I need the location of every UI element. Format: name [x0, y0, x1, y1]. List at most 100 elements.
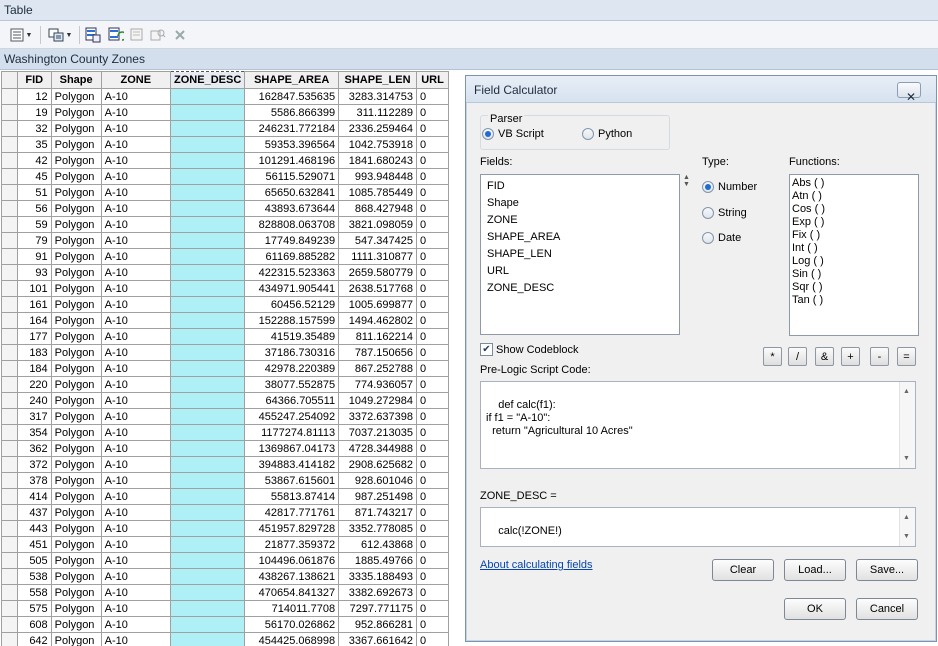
cell-fid[interactable]: 79	[16, 232, 52, 249]
table-row[interactable]: 79 Polygon A-10 17749.849239 547.347425 0	[1, 232, 449, 249]
operator-divide-button[interactable]: /	[788, 347, 807, 366]
table-row[interactable]: 164 Polygon A-10 152288.157599 1494.462802 0	[1, 312, 449, 329]
cell-zone[interactable]: A-10	[100, 552, 172, 569]
cell-shape[interactable]: Polygon	[50, 312, 102, 329]
cell-shape-area[interactable]: 37186.730316	[244, 344, 340, 361]
prelogic-code-textarea[interactable]: def calc(f1): if f1 = "A-10": return "Ag…	[480, 381, 916, 469]
cell-shape-len[interactable]: 2908.625682	[338, 456, 417, 473]
cell-url[interactable]: 0	[416, 248, 449, 265]
cell-url[interactable]: 0	[416, 216, 449, 233]
expression-scrollbar[interactable]: ▲ ▼	[899, 508, 915, 546]
operator-ampersand-button[interactable]: &	[815, 347, 834, 366]
cell-zone-desc[interactable]	[170, 328, 246, 345]
table-row[interactable]: 437 Polygon A-10 42817.771761 871.743217 0	[1, 504, 449, 521]
row-selector[interactable]	[1, 456, 18, 473]
cell-zone-desc[interactable]	[170, 232, 246, 249]
column-header-zone[interactable]: ZONE	[100, 71, 172, 89]
cell-fid[interactable]: 177	[16, 328, 52, 345]
cell-shape[interactable]: Polygon	[50, 456, 102, 473]
cell-shape[interactable]: Polygon	[50, 344, 102, 361]
field-item[interactable]: ZONE	[487, 212, 679, 229]
cell-zone-desc[interactable]	[170, 408, 246, 425]
cell-shape-area[interactable]: 714011.7708	[244, 600, 340, 617]
cell-zone[interactable]: A-10	[100, 168, 172, 185]
cell-fid[interactable]: 558	[16, 584, 52, 601]
cell-shape-area[interactable]: 394883.414182	[244, 456, 340, 473]
cell-zone[interactable]: A-10	[100, 328, 172, 345]
cell-shape-area[interactable]: 455247.254092	[244, 408, 340, 425]
cell-shape-len[interactable]: 952.866281	[338, 616, 417, 633]
cell-zone[interactable]: A-10	[100, 440, 172, 457]
cell-shape-len[interactable]: 3335.188493	[338, 568, 417, 585]
cell-zone-desc[interactable]	[170, 104, 246, 121]
row-selector[interactable]	[1, 120, 18, 137]
cell-shape-len[interactable]: 987.251498	[338, 488, 417, 505]
delete-selected-button[interactable]	[170, 25, 190, 45]
cell-fid[interactable]: 505	[16, 552, 52, 569]
cell-shape-len[interactable]: 1841.680243	[338, 152, 417, 169]
cell-url[interactable]: 0	[416, 504, 449, 521]
cell-shape-area[interactable]: 246231.772184	[244, 120, 340, 137]
row-selector[interactable]	[1, 216, 18, 233]
row-selector[interactable]	[1, 104, 18, 121]
cell-fid[interactable]: 575	[16, 600, 52, 617]
table-row[interactable]: 42 Polygon A-10 101291.468196 1841.680243 0	[1, 152, 449, 169]
cell-zone-desc[interactable]	[170, 344, 246, 361]
expression-textarea[interactable]: calc(!ZONE!) ▲ ▼	[480, 507, 916, 547]
cell-shape-area[interactable]: 451957.829728	[244, 520, 340, 537]
cell-zone[interactable]: A-10	[100, 616, 172, 633]
cell-shape-len[interactable]: 3283.314753	[338, 88, 417, 105]
scroll-down-icon[interactable]: ▼	[903, 530, 910, 543]
table-row[interactable]: 354 Polygon A-10 1177274.81113 7037.213035 0	[1, 424, 449, 441]
cell-shape[interactable]: Polygon	[50, 600, 102, 617]
operator-minus-button[interactable]: -	[870, 347, 889, 366]
cell-zone-desc[interactable]	[170, 360, 246, 377]
cell-fid[interactable]: 56	[16, 200, 52, 217]
cell-zone-desc[interactable]	[170, 312, 246, 329]
cell-shape-len[interactable]: 811.162214	[338, 328, 417, 345]
cell-shape-area[interactable]: 59353.396564	[244, 136, 340, 153]
table-row[interactable]: 35 Polygon A-10 59353.396564 1042.753918 0	[1, 136, 449, 153]
table-row[interactable]: 32 Polygon A-10 246231.772184 2336.259464 0	[1, 120, 449, 137]
cell-shape-area[interactable]: 53867.615601	[244, 472, 340, 489]
row-selector[interactable]	[1, 248, 18, 265]
cell-fid[interactable]: 161	[16, 296, 52, 313]
cell-zone[interactable]: A-10	[100, 408, 172, 425]
cell-shape-len[interactable]: 871.743217	[338, 504, 417, 521]
cell-url[interactable]: 0	[416, 488, 449, 505]
row-selector[interactable]	[1, 360, 18, 377]
cell-fid[interactable]: 240	[16, 392, 52, 409]
cell-fid[interactable]: 45	[16, 168, 52, 185]
cell-url[interactable]: 0	[416, 200, 449, 217]
row-selector[interactable]	[1, 472, 18, 489]
cell-zone[interactable]: A-10	[100, 568, 172, 585]
cell-zone[interactable]: A-10	[100, 632, 172, 646]
cell-shape[interactable]: Polygon	[50, 472, 102, 489]
cell-shape-area[interactable]: 55813.87414	[244, 488, 340, 505]
table-row[interactable]: 19 Polygon A-10 5586.866399 311.112289 0	[1, 104, 449, 121]
cell-shape-area[interactable]: 162847.535635	[244, 88, 340, 105]
cell-shape-len[interactable]: 1005.699877	[338, 296, 417, 313]
cell-url[interactable]: 0	[416, 360, 449, 377]
cell-shape[interactable]: Polygon	[50, 392, 102, 409]
table-options-button[interactable]: ▼	[5, 25, 37, 45]
row-selector[interactable]	[1, 152, 18, 169]
cell-shape-len[interactable]: 1111.310877	[338, 248, 417, 265]
cell-shape-area[interactable]: 56115.529071	[244, 168, 340, 185]
cell-zone-desc[interactable]	[170, 504, 246, 521]
select-by-attributes-button[interactable]	[83, 25, 103, 45]
cell-fid[interactable]: 32	[16, 120, 52, 137]
cell-url[interactable]: 0	[416, 104, 449, 121]
cell-zone[interactable]: A-10	[100, 424, 172, 441]
cell-shape[interactable]: Polygon	[50, 120, 102, 137]
column-header-url[interactable]: URL	[416, 71, 449, 89]
close-button[interactable]: ✕	[897, 82, 921, 104]
cell-fid[interactable]: 35	[16, 136, 52, 153]
scroll-down-icon[interactable]: ▼	[903, 452, 910, 465]
function-item[interactable]: Sin ( )	[792, 268, 918, 281]
cell-zone[interactable]: A-10	[100, 392, 172, 409]
cell-fid[interactable]: 91	[16, 248, 52, 265]
table-row[interactable]: 161 Polygon A-10 60456.52129 1005.699877 0	[1, 296, 449, 313]
cell-shape-len[interactable]: 2659.580779	[338, 264, 417, 281]
cell-shape-area[interactable]: 65650.632841	[244, 184, 340, 201]
